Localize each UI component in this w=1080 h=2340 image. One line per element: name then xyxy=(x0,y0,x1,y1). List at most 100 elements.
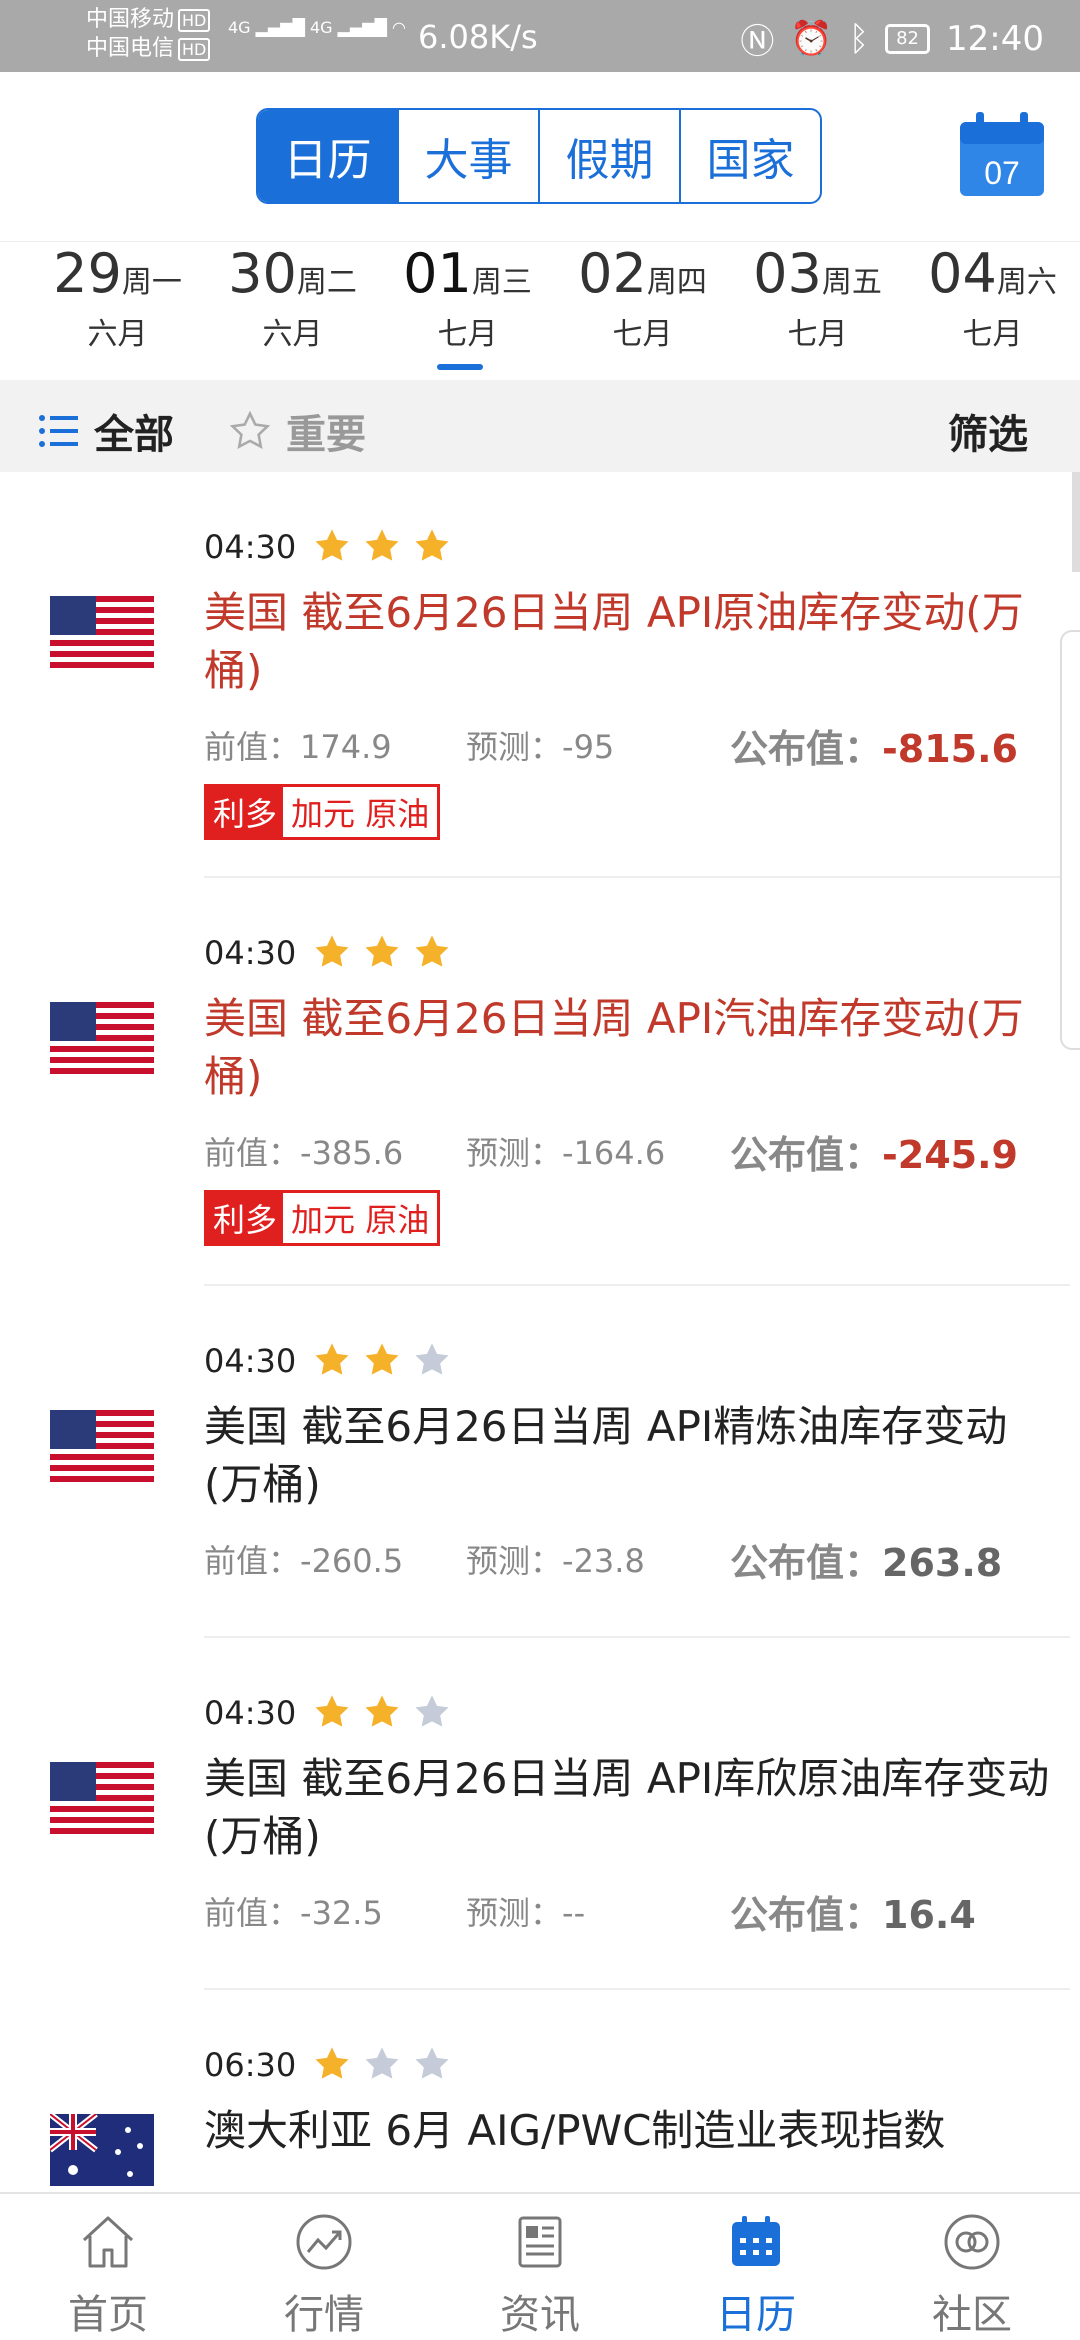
alarm-icon: ⏰ xyxy=(790,18,833,59)
importance-stars xyxy=(312,1340,452,1380)
event-title: 美国 截至6月26日当周 API库欣原油库存变动(万桶) xyxy=(204,1754,1050,1861)
network-type-2: 4G xyxy=(309,18,333,37)
event-title: 美国 截至6月26日当周 API原油库存变动(万桶) xyxy=(204,588,1024,695)
date-number: 01 xyxy=(403,242,472,305)
us-flag-icon xyxy=(50,1410,154,1482)
nav-community[interactable]: 社区 xyxy=(864,2194,1080,2340)
list-icon xyxy=(39,415,78,447)
forecast-number: -164.6 xyxy=(562,1134,666,1172)
date-weekday: 周二 xyxy=(296,265,357,300)
divider xyxy=(204,1636,1070,1638)
nav-label: 行情 xyxy=(284,2292,364,2338)
previous-number: -385.6 xyxy=(300,1134,404,1172)
previous-label: 前值： xyxy=(204,1134,301,1172)
date-item[interactable]: 02周四 七月 xyxy=(555,242,730,380)
tab-events[interactable]: 大事 xyxy=(397,110,538,202)
divider xyxy=(204,1988,1070,1990)
star-filled-icon xyxy=(365,1695,399,1727)
previous-number: -32.5 xyxy=(300,1894,383,1932)
calendar-picker-icon[interactable]: 07 xyxy=(958,112,1046,198)
network-type-1: 4G xyxy=(228,18,251,37)
date-month: 七月 xyxy=(787,317,848,352)
date-item[interactable]: 03周五 七月 xyxy=(730,242,905,380)
event-title: 美国 截至6月26日当周 API精炼油库存变动(万桶) xyxy=(204,1402,1008,1509)
date-item[interactable]: 29周一 六月 xyxy=(30,242,205,380)
actual-label: 公布值： xyxy=(730,1541,883,1585)
calendar-icon xyxy=(732,2216,780,2266)
date-weekday: 周六 xyxy=(996,265,1057,300)
importance-stars xyxy=(312,526,452,566)
forecast-number: -95 xyxy=(562,728,615,766)
nav-market[interactable]: 行情 xyxy=(216,2194,432,2340)
divider xyxy=(204,876,1070,878)
star-empty-icon xyxy=(415,2047,449,2079)
forecast-value: 预测：-164.6 xyxy=(466,1128,665,1174)
star-empty-icon xyxy=(415,1695,449,1727)
filter-all-button[interactable]: 全部 xyxy=(38,402,174,460)
star-empty-icon xyxy=(365,2047,399,2079)
chart-icon xyxy=(296,2214,352,2270)
forecast-value: 预测：-23.8 xyxy=(466,1536,645,1582)
date-item[interactable]: 30周二 六月 xyxy=(205,242,380,380)
filter-button[interactable]: 筛选 xyxy=(948,402,1028,460)
filter-important-button[interactable]: 重要 xyxy=(228,402,366,460)
bluetooth-icon: ᛒ xyxy=(848,18,870,59)
forecast-label: 预测： xyxy=(466,728,563,766)
news-icon xyxy=(518,2216,562,2268)
actual-value: 公布值：263.8 xyxy=(730,1532,1002,1587)
star-filled-icon xyxy=(365,1343,399,1375)
previous-number: -260.5 xyxy=(300,1542,404,1580)
nav-calendar[interactable]: 日历 xyxy=(648,2194,864,2340)
australia-flag-icon xyxy=(50,2114,154,2186)
star-filled-icon xyxy=(315,1343,349,1375)
date-month: 七月 xyxy=(962,317,1023,352)
us-flag-icon xyxy=(50,1002,154,1074)
star-filled-icon xyxy=(315,2047,349,2079)
date-item-selected[interactable]: 01周三 七月 xyxy=(380,242,555,380)
nav-label: 社区 xyxy=(932,2292,1012,2338)
nav-news[interactable]: 资讯 xyxy=(432,2194,648,2340)
forecast-label: 预测： xyxy=(466,1134,563,1172)
date-item[interactable]: 04周六 七月 xyxy=(905,242,1080,380)
impact-assets: 加元 原油 xyxy=(291,1201,430,1239)
clock: 12:40 xyxy=(946,18,1044,59)
actual-number: -245.9 xyxy=(882,1133,1018,1177)
previous-label: 前值： xyxy=(204,728,301,766)
tab-countries[interactable]: 国家 xyxy=(679,110,820,202)
importance-stars xyxy=(312,2044,452,2084)
wifi-icon: ◠ xyxy=(391,18,406,37)
nav-home[interactable]: 首页 xyxy=(0,2194,216,2340)
star-outline-icon xyxy=(229,410,271,449)
date-month: 六月 xyxy=(262,317,323,352)
scrollbar[interactable] xyxy=(1072,472,1080,572)
date-number: 02 xyxy=(578,242,647,305)
date-number: 04 xyxy=(928,242,997,305)
actual-label: 公布值： xyxy=(730,1893,883,1937)
previous-value: 前值：-260.5 xyxy=(204,1536,403,1582)
tab-holidays[interactable]: 假期 xyxy=(538,110,679,202)
nav-label: 首页 xyxy=(68,2292,148,2338)
tab-calendar[interactable]: 日历 xyxy=(258,110,397,202)
star-filled-icon xyxy=(365,935,399,967)
impact-tag: 利多 加元 原油 xyxy=(204,1190,441,1246)
signal-icon: ▂▄▆█ xyxy=(337,18,387,37)
status-bar: 中国移动 HD 中国电信 HD 4G ▂▄▆█ 4G ▂▄▆█ ◠ 6.08K/s … xyxy=(0,0,1080,72)
divider xyxy=(204,1284,1070,1286)
carrier-info: 中国移动 HD 中国电信 HD xyxy=(86,6,211,64)
event-title: 美国 截至6月26日当周 API汽油库存变动(万桶) xyxy=(204,994,1024,1101)
nfc-icon: Ⓝ xyxy=(740,22,775,62)
event-time: 04:30 xyxy=(204,934,297,972)
star-filled-icon xyxy=(315,1695,349,1727)
forecast-label: 预测： xyxy=(466,1542,563,1580)
previous-value: 前值：174.9 xyxy=(204,722,392,768)
bottom-navigation: 首页 行情 资讯 日历 社区 xyxy=(0,2192,1080,2340)
date-weekday: 周五 xyxy=(821,265,882,300)
hd-badge: HD xyxy=(178,9,211,32)
nav-label: 日历 xyxy=(716,2292,796,2338)
importance-stars xyxy=(312,932,452,972)
actual-value: 公布值：-815.6 xyxy=(730,718,1018,773)
forecast-value: 预测：-95 xyxy=(466,722,614,768)
side-drawer-handle[interactable] xyxy=(1060,630,1080,1050)
actual-label: 公布值： xyxy=(730,727,883,771)
hd-badge: HD xyxy=(178,38,211,61)
